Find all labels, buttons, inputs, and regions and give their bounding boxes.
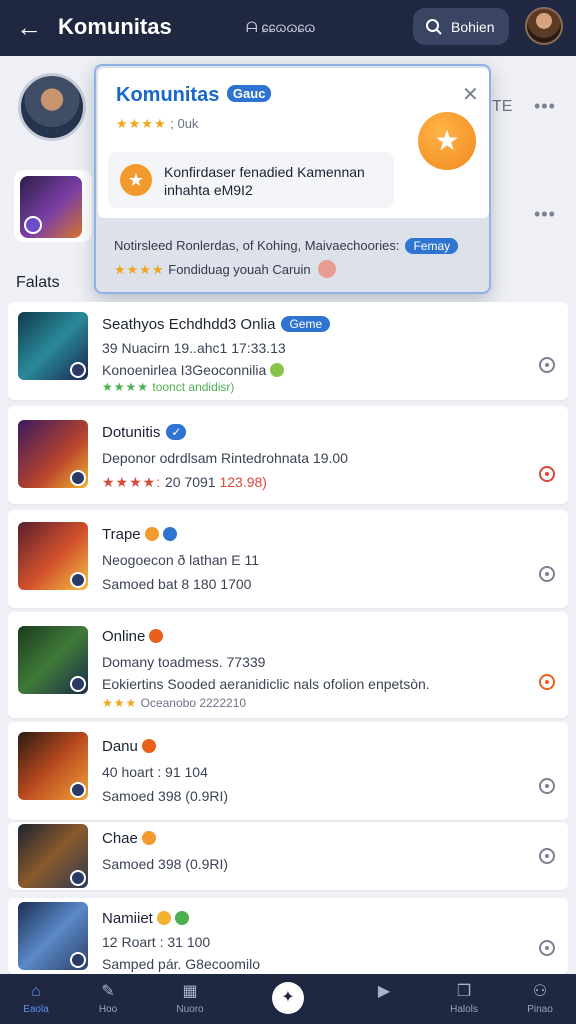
game-thumbnail [18, 626, 88, 694]
list-item[interactable]: Chae Samoed 398 (0.9RI) [8, 822, 568, 890]
popup-footer-line2: ★★★★ Fondiduag youah Caruin [114, 260, 337, 278]
list-item[interactable]: Online Domany toadmess. 77339 Eokiertins… [8, 612, 568, 718]
list-item-line: Domany toadmess. 77339 [102, 654, 266, 670]
star-badge-icon: ★ [418, 112, 476, 170]
list-item-line: 39 Nuacirn 19..ahc1 17:33.13 [102, 340, 286, 356]
chat-icon: ✎ [101, 983, 115, 1000]
list-item-line: Eokiertins Sooded aeranidiclic nals ofol… [102, 676, 430, 692]
community-popup: Komunitas Gauc ✕ ★★★★ ; 0uk ★ ★ Konfirda… [94, 64, 491, 294]
profile-icon: ⚇ [532, 983, 548, 1000]
game-thumbnail [18, 732, 88, 800]
section-title: Falats [16, 274, 60, 291]
list-item-line: ★★★★: 20 7091 123.98) [102, 474, 267, 490]
game-thumbnail [18, 902, 88, 970]
game-thumbnail [18, 824, 88, 888]
list-item-line: Samoed 398 (0.9RI) [102, 788, 229, 804]
list-item-title: Namiiet [102, 910, 189, 927]
more-options-icon[interactable]: ••• [534, 96, 556, 117]
popup-footer-line1: Notirsleed Ronlerdas, of Kohing, Maivaec… [114, 238, 459, 254]
list-item[interactable]: Trape Neogoecon ð lathan E 11 Samoed bat… [8, 510, 568, 608]
list-item-meta: ★★★★ toonct andidisr) [102, 380, 235, 394]
nav-calendar[interactable]: ▦ Nuoro [154, 974, 226, 1024]
calendar-icon: ▦ [182, 983, 198, 1000]
action-icon[interactable] [539, 357, 555, 373]
page-title: Komunitas [58, 14, 172, 39]
list-item[interactable]: Seathyos Echdhdd3 Onlia Geme 39 Nuacirn 1… [8, 302, 568, 400]
list-item-meta: ★★★ Oceanobo 2222210 [102, 696, 247, 710]
list-item-line: 12 Roart : 31 100 [102, 934, 211, 950]
list-item-title: Seathyos Echdhdd3 Onlia Geme [102, 316, 331, 333]
list-item-line: Samoed 398 (0.9RI) [102, 856, 229, 872]
list-item[interactable]: Dotunitis ✓ Deponor odrdlsam Rintedrohnat… [8, 406, 568, 504]
list-item[interactable]: Namiiet 12 Roart : 31 100 Samped pár. G8… [8, 898, 568, 974]
list-item-title: Trape [102, 526, 177, 543]
action-icon[interactable] [539, 778, 555, 794]
action-icon[interactable] [539, 940, 555, 956]
app-header: ← Komunitas ᗩ ɕɕɷɷɕɷ Bohien [0, 0, 576, 56]
popup-footer-tag[interactable]: Femay [405, 238, 459, 254]
list-item-line: Neogoecon ð lathan E 11 [102, 552, 259, 568]
search-button[interactable]: Bohien [413, 8, 509, 45]
close-icon[interactable]: ✕ [462, 82, 479, 107]
nav-home[interactable]: ⌂ Eaola [0, 974, 72, 1024]
list-item-line: Konoenirlea I3Geoconnilia [102, 362, 285, 378]
popup-title: Komunitas Gauc [116, 84, 272, 107]
home-icon: ⌂ [31, 983, 41, 1000]
popup-header-area: Komunitas Gauc ✕ ★★★★ ; 0uk ★ ★ Konfirda… [98, 68, 489, 218]
popup-card-line2: inhahta eM9I2 [164, 182, 253, 198]
action-icon[interactable] [539, 848, 555, 864]
nav-chat[interactable]: ✎ Hoo [72, 974, 144, 1024]
list-item-title: Chae [102, 830, 156, 847]
nav-books[interactable]: ❒ Halols [428, 974, 500, 1024]
nav-play[interactable]: ▶ [348, 974, 420, 1024]
play-icon: ▶ [377, 983, 391, 1000]
list-item-title: Dotunitis ✓ [102, 424, 187, 441]
user-avatar[interactable] [525, 7, 563, 45]
community-thumbnail[interactable] [14, 170, 92, 242]
community-avatar[interactable] [18, 73, 86, 141]
popup-rating: ★★★★ ; 0uk [116, 116, 199, 131]
background-title-tail: TE [492, 98, 513, 115]
list-item-badge: Geme [281, 316, 331, 332]
popup-title-pill: Gauc [226, 85, 272, 102]
star-rating-icon: ★★★★ [116, 116, 167, 131]
action-icon[interactable] [539, 466, 555, 482]
verified-icon: ✓ [166, 424, 187, 440]
nav-profile[interactable]: ⚇ Pinao [504, 974, 576, 1024]
list-item-title: Danu [102, 738, 156, 755]
header-subtag: ᗩ ɕɕɷɷɕɷ [246, 19, 316, 35]
create-icon[interactable]: ✦ [272, 982, 304, 1014]
game-thumbnail [18, 312, 88, 380]
star-rating-icon: ★★★★ [114, 262, 165, 277]
more-options-icon[interactable]: ••• [534, 204, 556, 225]
list-item-line: Samped pár. G8ecoomilo [102, 956, 260, 972]
search-icon [426, 18, 442, 35]
game-thumbnail [18, 522, 88, 590]
action-icon[interactable] [539, 674, 555, 690]
list-item[interactable]: Danu 40 hoart : 91 104 Samoed 398 (0.9RI… [8, 722, 568, 820]
pig-icon [318, 260, 337, 278]
list-item-line: Samoed bat 8 180 1700 [102, 576, 252, 592]
back-arrow-icon[interactable]: ← [14, 12, 44, 42]
game-thumbnail [18, 420, 88, 488]
search-button-label: Bohien [451, 18, 495, 35]
action-icon[interactable] [539, 566, 555, 582]
book-icon: ❒ [456, 983, 472, 1000]
star-icon: ★ [120, 164, 152, 196]
popup-info-card[interactable]: ★ Konfirdaser fenadied Kamennan inhahta … [108, 152, 394, 208]
list-item-title: Online [102, 628, 164, 645]
list-item-line: Deponor odrdlsam Rintedrohnata 19.00 [102, 450, 348, 466]
popup-card-line1: Konfirdaser fenadied Kamennan [164, 164, 365, 180]
bottom-navigation: ⌂ Eaola ✎ Hoo ▦ Nuoro ✦ ▶ ❒ Halols ⚇ Pin… [0, 974, 576, 1024]
list-item-line: 40 hoart : 91 104 [102, 764, 208, 780]
